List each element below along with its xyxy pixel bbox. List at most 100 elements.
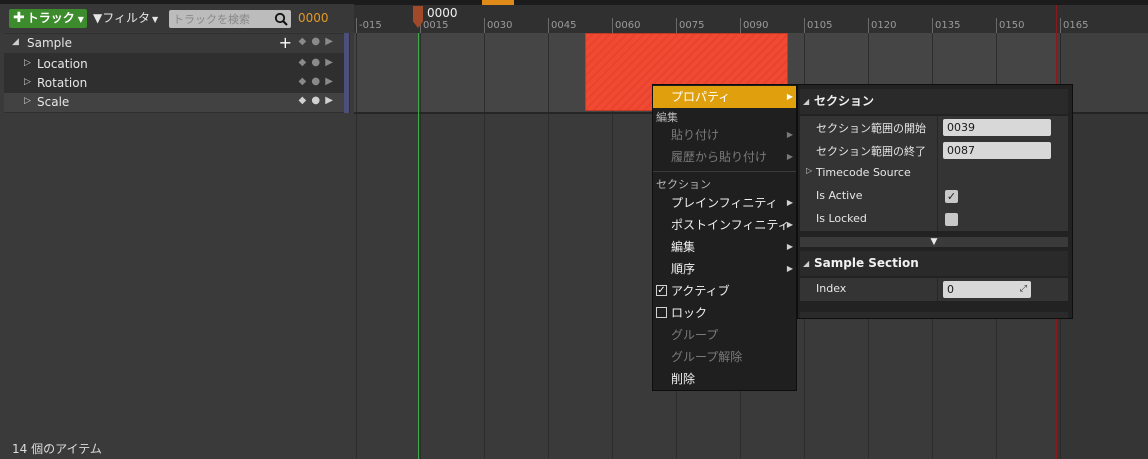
plus-icon: ✚ — [13, 10, 25, 26]
frame-counter: 0000 — [298, 11, 329, 25]
category-title: セクション — [814, 94, 875, 108]
track-label: Rotation — [37, 76, 88, 90]
track-label: Scale — [37, 95, 70, 109]
menu-item-label: プロパティ — [671, 90, 731, 104]
key-nav-controls[interactable]: ◆ ● ▶ — [299, 95, 334, 106]
submenu-arrow-icon: ▶ — [786, 130, 793, 139]
menu-item-properties[interactable]: プロパティ ▶ — [653, 86, 796, 108]
prop-row-section-start: セクション範囲の開始 0039 — [800, 116, 1068, 139]
ruler-tick — [676, 18, 677, 33]
item-count: 14 個のアイテム — [12, 442, 102, 456]
menu-item-label: ポストインフィニティ — [671, 218, 790, 232]
ruler-tick-label: 0120 — [871, 20, 897, 31]
track-list: ◢ Sample + ◆ ● ▶ ▷ Location ◆ ● ▶ ▷ Rota… — [4, 33, 350, 113]
menu-item-label: ロック — [671, 306, 708, 320]
add-track-button[interactable]: ✚ トラック ▼ — [9, 9, 87, 28]
ruler-tick — [996, 18, 997, 33]
index-input[interactable]: 0 ⤢ — [943, 281, 1031, 298]
submenu-arrow-icon: ▶ — [786, 220, 793, 229]
grid-line — [484, 33, 485, 459]
is-active-checkbox[interactable]: ✓ — [945, 190, 958, 203]
column-divider — [937, 139, 938, 162]
panel-footer — [800, 312, 1068, 318]
prop-label: Is Locked — [816, 212, 867, 225]
prop-label: セクション範囲の開始 — [816, 122, 926, 135]
menu-item-group[interactable]: グループ — [653, 324, 796, 346]
submenu-arrow-icon: ▶ — [786, 198, 793, 207]
category-title: Sample Section — [814, 256, 919, 270]
prop-label: Index — [816, 282, 847, 295]
chevron-down-icon: ▼ — [77, 15, 84, 24]
key-nav-controls[interactable]: ◆ ● ▶ — [299, 76, 334, 87]
ruler-tick — [740, 18, 741, 33]
context-menu: プロパティ ▶ 編集 貼り付け ▶ 履歴から貼り付け ▶ セクション プレインフィニテ… — [652, 84, 797, 391]
filter-icon: ▼ — [93, 11, 103, 25]
menu-item-order[interactable]: 順序 ▶ — [653, 258, 796, 280]
is-locked-checkbox[interactable] — [945, 213, 958, 226]
grid-line — [356, 33, 357, 459]
track-row-sample[interactable]: ◢ Sample + ◆ ● ▶ — [4, 33, 344, 53]
category-section[interactable]: ◢ セクション — [800, 89, 1068, 114]
expand-triangle-icon[interactable]: ◢ — [12, 37, 19, 47]
spin-arrows-icon[interactable]: ⤢ — [1020, 281, 1027, 298]
ruler-tick — [548, 18, 549, 33]
track-label: Sample — [27, 36, 72, 50]
ruler-tick — [356, 18, 357, 33]
prop-row-is-locked: Is Locked — [800, 208, 1068, 231]
track-row-location[interactable]: ▷ Location ◆ ● ▶ — [4, 55, 344, 74]
track-search-box — [169, 10, 291, 28]
time-ruler[interactable]: -015 0015 0030 0045 0060 0075 0090 0105 0120 0135… — [354, 0, 1148, 33]
ruler-tick-label: 0045 — [551, 20, 577, 31]
menu-item-edit[interactable]: 編集 ▶ — [653, 236, 796, 258]
ruler-tick-label: 0015 — [423, 20, 449, 31]
playhead-line — [418, 33, 419, 459]
filter-button[interactable]: ▼フィルタ ▼ — [93, 9, 158, 28]
key-nav-controls[interactable]: ◆ ● ▶ — [299, 57, 334, 68]
checkbox-unchecked-icon[interactable] — [656, 307, 667, 318]
prop-label: Timecode Source — [816, 166, 911, 179]
column-divider — [937, 162, 938, 185]
selection-bar — [344, 33, 349, 113]
ruler-tick-label: -015 — [359, 20, 382, 31]
menu-item-lock[interactable]: ロック — [653, 302, 796, 324]
menu-header-edit: 編集 — [656, 111, 678, 124]
menu-item-label: グループ — [671, 328, 719, 342]
grid-line — [548, 33, 549, 459]
menu-header-section: セクション — [656, 178, 711, 191]
menu-item-paste-history[interactable]: 履歴から貼り付け ▶ — [653, 146, 796, 168]
outliner-toolbar: ✚トラック▼ ▼フィルタ▼ 0000 — [0, 4, 354, 32]
section-end-input[interactable]: 0087 — [943, 142, 1051, 159]
menu-item-post-infinity[interactable]: ポストインフィニティ ▶ — [653, 214, 796, 236]
grid-line — [420, 33, 421, 459]
search-icon[interactable] — [274, 12, 288, 26]
submenu-arrow-icon: ▶ — [786, 92, 793, 101]
ruler-top-strip — [354, 0, 1148, 5]
ruler-tick-label: 0030 — [487, 20, 513, 31]
section-start-input[interactable]: 0039 — [943, 119, 1051, 136]
properties-panel: ◢ セクション セクション範囲の開始 0039 セクション範囲の終了 0087 ▷… — [797, 84, 1073, 319]
key-nav-controls[interactable]: ◆ ● ▶ — [299, 36, 334, 47]
expand-triangle-icon: ◢ — [803, 97, 810, 106]
track-search-input[interactable] — [173, 10, 269, 28]
menu-item-label: 履歴から貼り付け — [671, 150, 768, 164]
category-sample-section[interactable]: ◢ Sample Section — [800, 251, 1068, 276]
advanced-expand-arrow-icon[interactable]: ▼ — [800, 237, 1068, 247]
collapsed-triangle-icon[interactable]: ▷ — [806, 166, 812, 175]
menu-item-active[interactable]: ✓ アクティブ — [653, 280, 796, 302]
submenu-arrow-icon: ▶ — [786, 152, 793, 161]
menu-item-delete[interactable]: 削除 — [653, 368, 796, 390]
ruler-tick-label: 0135 — [935, 20, 961, 31]
track-row-rotation[interactable]: ▷ Rotation ◆ ● ▶ — [4, 74, 344, 93]
prop-row-timecode-source[interactable]: ▷ Timecode Source — [800, 162, 1068, 185]
track-row-scale[interactable]: ▷ Scale ◆ ● ▶ — [4, 93, 344, 112]
menu-item-ungroup[interactable]: グループ解除 — [653, 346, 796, 368]
add-plus-icon[interactable]: + — [279, 33, 292, 52]
collapsed-triangle-icon[interactable]: ▷ — [24, 77, 31, 87]
filter-label: フィルタ — [102, 11, 150, 25]
collapsed-triangle-icon[interactable]: ▷ — [24, 58, 31, 68]
checkbox-checked-icon[interactable]: ✓ — [656, 285, 667, 296]
menu-item-paste[interactable]: 貼り付け ▶ — [653, 124, 796, 146]
menu-item-pre-infinity[interactable]: プレインフィニティ ▶ — [653, 192, 796, 214]
index-value: 0 — [947, 283, 954, 296]
collapsed-triangle-icon[interactable]: ▷ — [24, 96, 31, 106]
